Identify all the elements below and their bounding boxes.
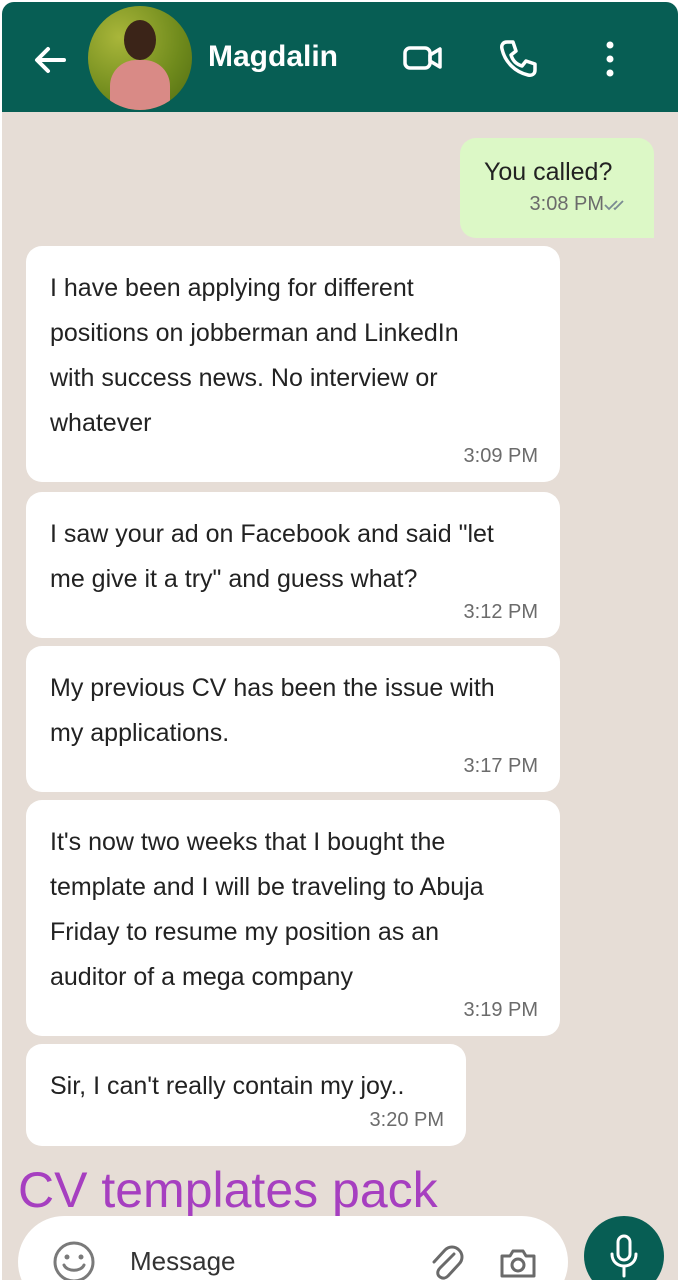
message-time: 3:09 PM [463,445,538,467]
message-input-bar[interactable]: Message [18,1216,568,1280]
avatar-head [124,20,156,60]
attach-icon[interactable] [428,1242,464,1280]
voice-message-button[interactable] [584,1216,664,1280]
message-line: my applications. [50,719,230,747]
message-line: Friday to resume my position as an [50,918,440,946]
message-line: with success news. No interview or [50,364,438,392]
message-time: 3:08 PM [529,193,604,215]
contact-name[interactable]: Magdalin [208,40,338,74]
message-line: I saw your ad on Facebook and said "let [50,520,494,548]
outgoing-message[interactable]: You called? 3:08 PM [460,138,654,238]
message-line: My previous CV has been the issue with [50,674,495,702]
message-line: Sir, I can't really contain my joy.. [50,1072,405,1100]
message-line: I have been applying for different [50,274,414,302]
message-line: me give it a try" and guess what? [50,565,418,593]
message-list: You called? 3:08 PM I have been applying… [2,112,678,1280]
voice-call-icon[interactable] [497,38,539,80]
message-line: whatever [50,409,152,437]
incoming-message[interactable]: I saw your ad on Facebook and said "let … [26,492,560,638]
back-arrow-icon[interactable] [30,40,70,80]
message-line: positions on jobberman and LinkedIn [50,319,459,347]
incoming-message[interactable]: Sir, I can't really contain my joy.. 3:2… [26,1044,466,1146]
message-text: You called? [484,158,613,186]
microphone-icon [610,1234,638,1278]
message-time: 3:17 PM [463,755,538,777]
chat-header: Magdalin [2,2,678,112]
message-time: 3:19 PM [463,999,538,1021]
promo-overlay-text: CV templates pack [18,1162,438,1218]
message-time: 3:12 PM [463,601,538,623]
avatar-body [110,60,170,110]
incoming-message[interactable]: It's now two weeks that I bought the tem… [26,800,560,1036]
message-time: 3:20 PM [369,1109,444,1131]
message-line: auditor of a mega company [50,963,353,991]
read-ticks-icon [604,200,624,211]
message-input[interactable]: Message [130,1246,236,1277]
message-line: template and I will be traveling to Abuj… [50,873,484,901]
message-line: It's now two weeks that I bought the [50,828,446,856]
video-call-icon[interactable] [402,40,444,76]
emoji-icon[interactable] [52,1240,96,1280]
chat-screen: Magdalin You called? 3:08 PM I have been… [2,2,678,1280]
avatar[interactable] [88,6,192,110]
more-options-icon[interactable] [602,40,618,78]
camera-icon[interactable] [498,1246,538,1280]
incoming-message[interactable]: I have been applying for different posit… [26,246,560,482]
incoming-message[interactable]: My previous CV has been the issue with m… [26,646,560,792]
